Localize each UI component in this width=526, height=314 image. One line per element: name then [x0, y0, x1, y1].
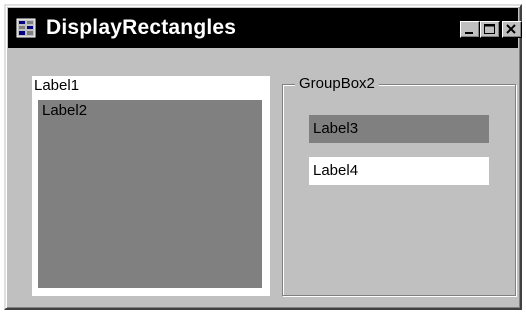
close-button[interactable] [502, 21, 522, 38]
minimize-icon [465, 32, 473, 34]
label2-box: Label2 [38, 100, 262, 288]
groupbox2-title: GroupBox2 [295, 75, 379, 92]
form-window-icon[interactable] [16, 18, 36, 38]
maximize-button[interactable] [480, 21, 500, 38]
minimize-button[interactable] [460, 21, 480, 38]
window-title: DisplayRectangles [46, 16, 237, 39]
app-window: DisplayRectangles Label1 Label2 GroupBox… [4, 4, 522, 310]
label4-box: Label4 [309, 157, 489, 185]
close-icon [506, 24, 516, 34]
label3-text: Label3 [313, 120, 359, 137]
groupbox2: GroupBox2 Label3 Label4 [282, 75, 516, 296]
label2-text: Label2 [42, 102, 88, 119]
maximize-icon [484, 24, 495, 34]
label3-box: Label3 [309, 115, 489, 143]
client-area: Label1 Label2 GroupBox2 Label3 Label4 [8, 48, 518, 306]
label4-text: Label4 [313, 162, 359, 179]
title-bar[interactable]: DisplayRectangles [8, 8, 522, 48]
label1-box: Label1 Label2 [32, 76, 270, 296]
label1-text: Label1 [34, 77, 80, 94]
